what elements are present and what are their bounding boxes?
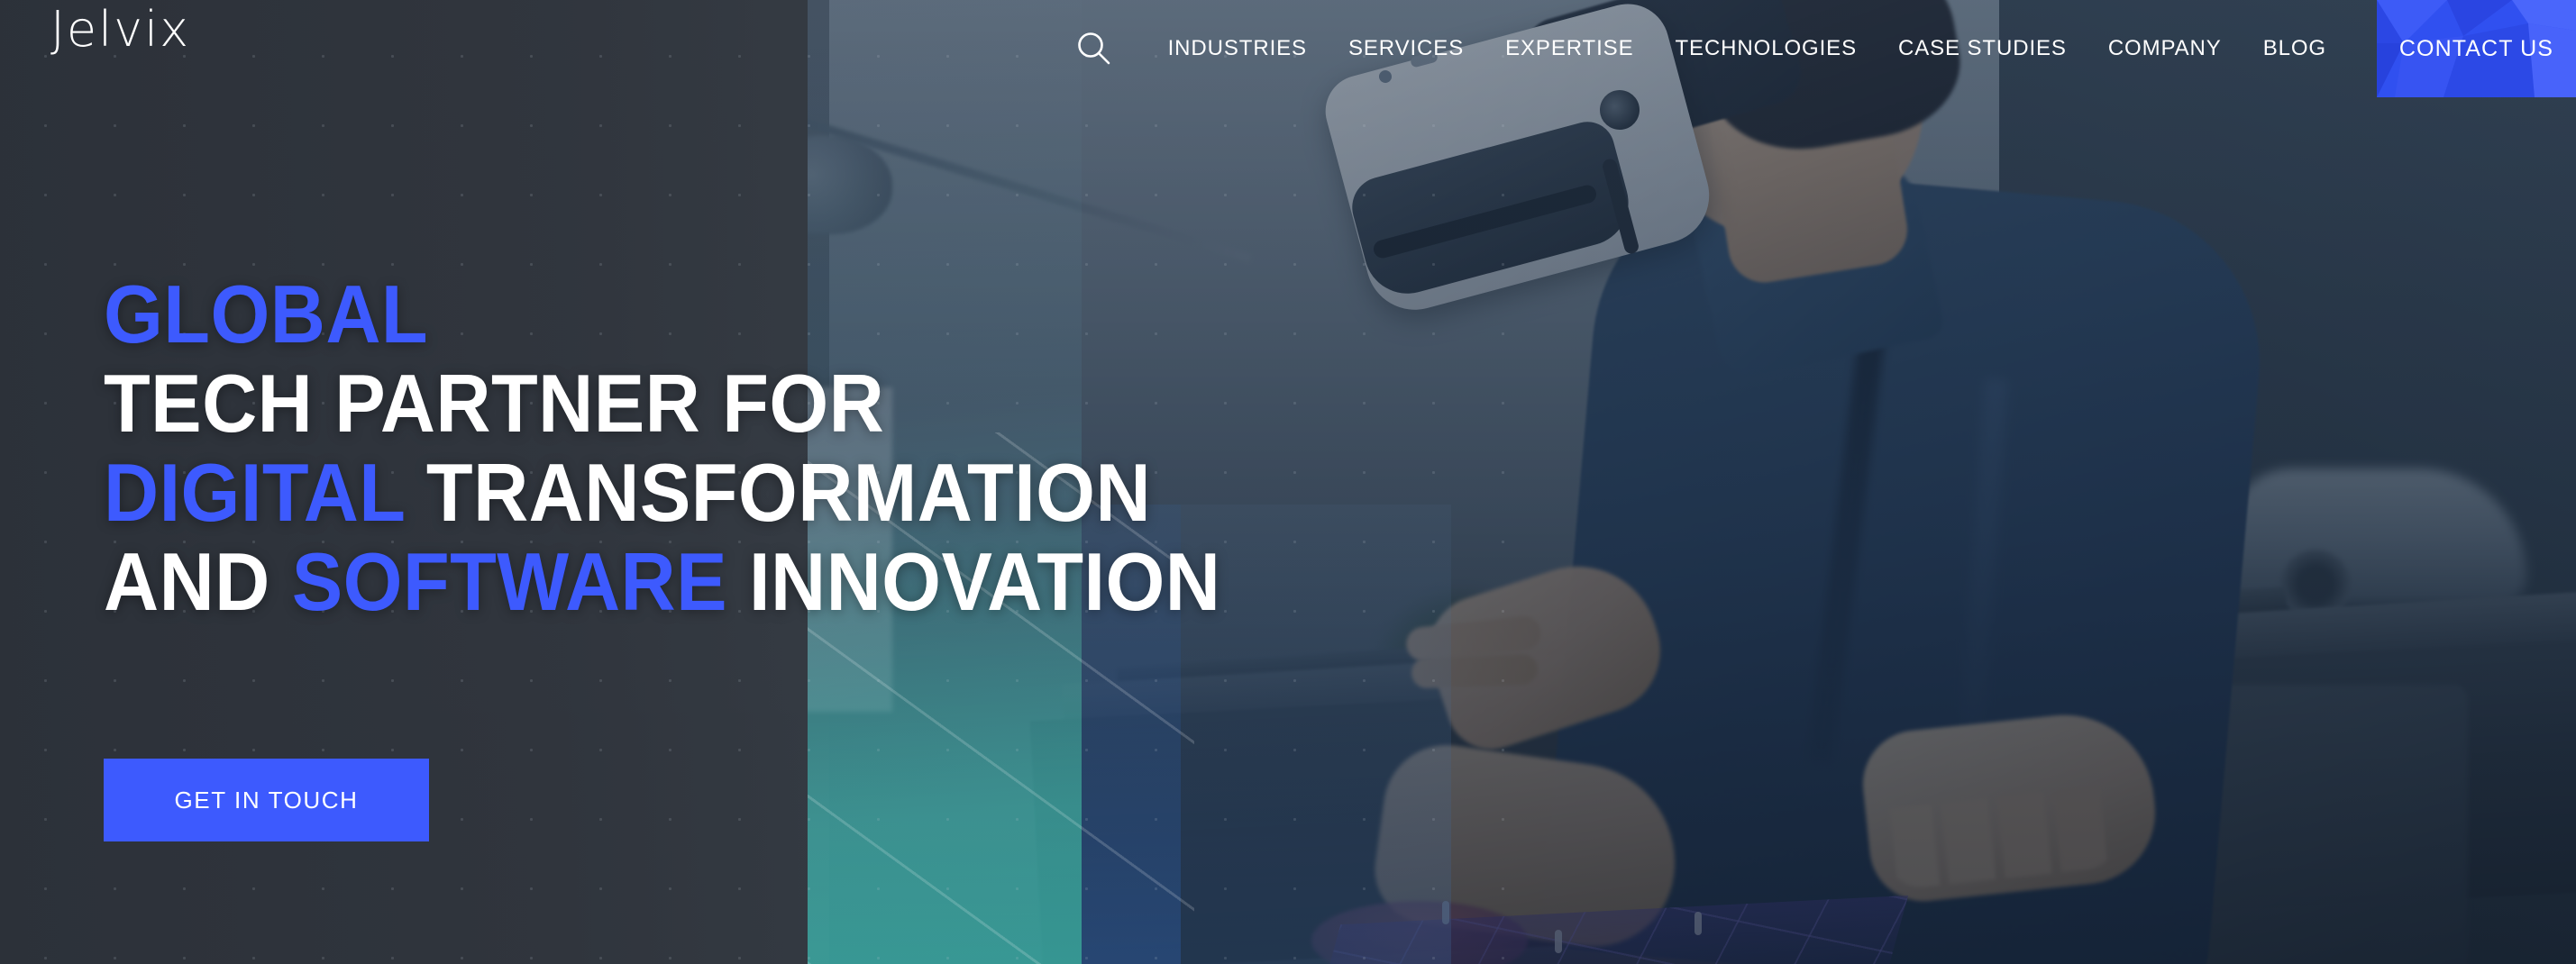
contact-us-label: CONTACT US [2398,35,2554,61]
headline-line-4: AND SOFTWARE INNOVATION [104,538,1220,627]
headline-software: SOFTWARE [291,537,728,628]
contact-us-button[interactable]: CONTACT US [2377,0,2576,97]
get-in-touch-label: GET IN TOUCH [174,786,359,814]
nav-item-blog[interactable]: BLOG [2243,0,2347,97]
nav-links: INDUSTRIES SERVICES EXPERTISE TECHNOLOGI… [1147,0,2347,97]
nav-item-company[interactable]: COMPANY [2087,0,2243,97]
nav-item-expertise[interactable]: EXPERTISE [1484,0,1654,97]
nav-item-case-studies[interactable]: CASE STUDIES [1877,0,2087,97]
get-in-touch-button[interactable]: GET IN TOUCH [104,759,429,841]
headline-line-2: TECH PARTNER FOR [104,359,1220,449]
hero-section: Jelvix INDUSTRIES SERVICES EXPERTISE TEC… [0,0,2576,964]
headline-line-3: DIGITAL TRANSFORMATION [104,449,1220,538]
headline-global: GLOBAL [104,269,429,360]
search-icon [1077,32,1110,65]
headline-innovation: INNOVATION [749,537,1221,628]
nav-item-industries[interactable]: INDUSTRIES [1147,0,1328,97]
search-button[interactable] [1066,21,1122,77]
nav-item-services[interactable]: SERVICES [1328,0,1484,97]
logo[interactable]: Jelvix [50,5,190,54]
headline-transformation: TRANSFORMATION [425,448,1152,539]
headline-and: AND [104,537,270,628]
nav-item-technologies[interactable]: TECHNOLOGIES [1654,0,1877,97]
headline-line-1: GLOBAL [104,270,1220,359]
nav-right-group: INDUSTRIES SERVICES EXPERTISE TECHNOLOGI… [1066,0,2576,97]
headline-tech-partner-for: TECH PARTNER FOR [104,359,885,450]
headline-digital: DIGITAL [104,448,405,539]
main-navigation: Jelvix INDUSTRIES SERVICES EXPERTISE TEC… [0,0,2576,97]
hero-headline-block: GLOBAL TECH PARTNER FOR DIGITAL TRANSFOR… [104,270,1305,627]
